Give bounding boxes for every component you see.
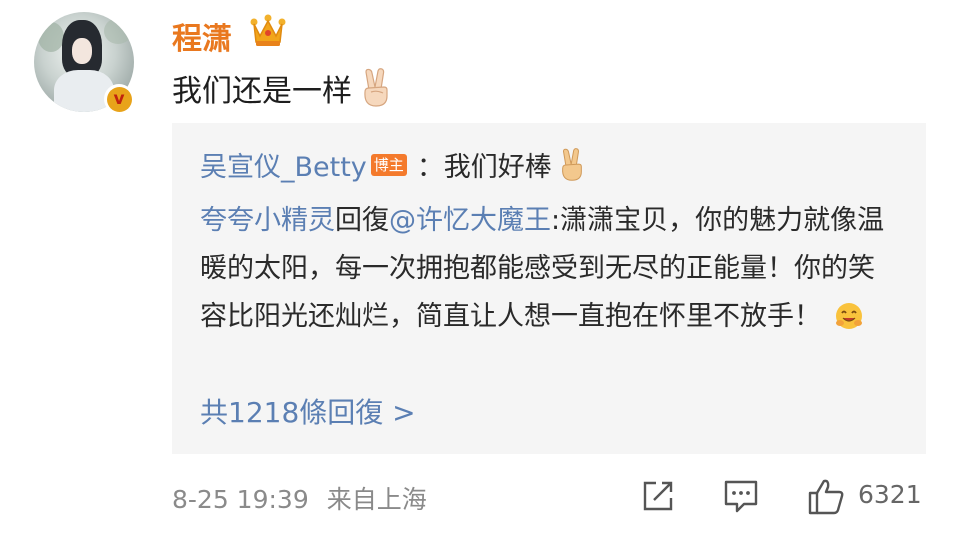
like-thumb-icon[interactable] xyxy=(806,478,846,516)
blogger-badge: 博主 xyxy=(370,153,407,176)
victory-hand-icon xyxy=(561,147,582,181)
comment-icon[interactable] xyxy=(722,478,760,514)
like-count: 6321 xyxy=(858,480,922,509)
view-all-replies-link[interactable]: 共1218條回復 > xyxy=(200,391,416,431)
repost-card[interactable]: 吴宣仪_Betty 博主 ：我们好棒 夸夸小精灵回復@许忆大魔王:潇潇宝贝，你的… xyxy=(172,123,926,454)
post-meta: 8-25 19:39 来自上海 xyxy=(172,480,427,516)
avatar-face xyxy=(72,38,92,64)
crown-icon xyxy=(250,14,286,46)
repost-author-text: ：我们好棒 xyxy=(416,152,552,183)
post-text-content: 我们还是一样 xyxy=(172,74,352,109)
share-icon[interactable] xyxy=(640,478,676,514)
reply-word: 回復 xyxy=(335,205,389,236)
post-text: 我们还是一样 xyxy=(172,66,392,110)
repost-header: 吴宣仪_Betty 博主 ：我们好棒 xyxy=(200,145,586,184)
victory-hand-icon xyxy=(364,68,388,107)
username[interactable]: 程潇 xyxy=(172,14,232,58)
avatar-background xyxy=(38,22,64,52)
reply-body: 夸夸小精灵回復@许忆大魔王:潇潇宝贝，你的魅力就像温暖的太阳，每一次拥抱都能感受… xyxy=(200,197,900,341)
post-source: 来自上海 xyxy=(326,485,427,514)
verified-badge-icon: v xyxy=(104,84,134,114)
post-time: 8-25 19:39 xyxy=(172,485,309,514)
hug-face-emoji-icon xyxy=(835,303,862,329)
reply-user[interactable]: 夸夸小精灵 xyxy=(200,205,335,236)
mention-link[interactable]: @许忆大魔王 xyxy=(389,205,551,236)
repost-author[interactable]: 吴宣仪_Betty xyxy=(200,145,367,184)
avatar-background xyxy=(104,18,132,44)
